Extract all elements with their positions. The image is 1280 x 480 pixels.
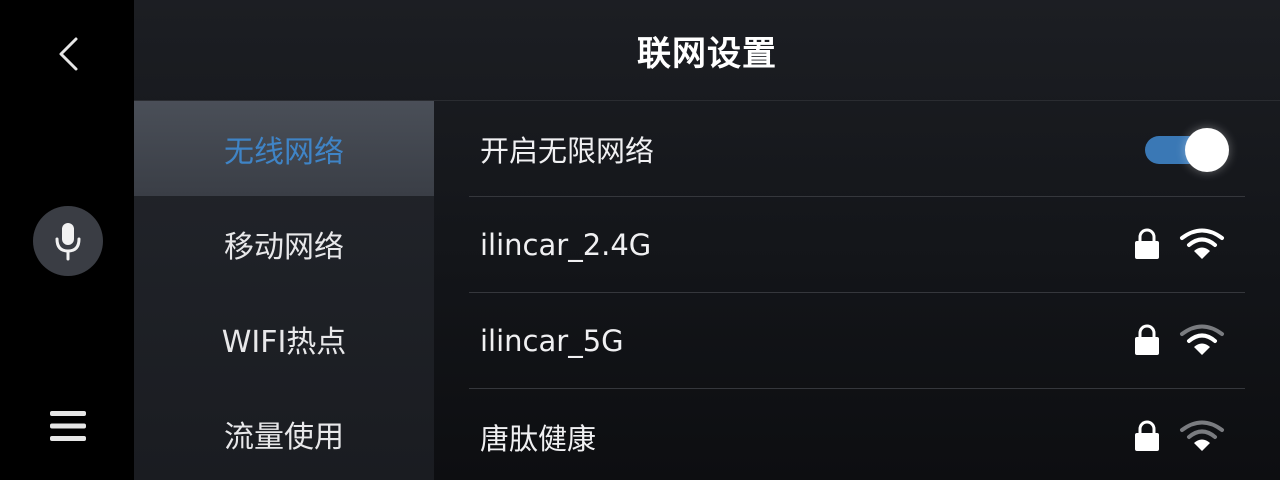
network-ssid: ilincar_5G xyxy=(480,323,624,358)
wifi-signal-icon xyxy=(1180,324,1224,355)
network-list: 开启无限网络 ilincar_2.4G ilincar_5G 唐肽健康 xyxy=(469,101,1245,480)
category-mobile[interactable]: 移动网络 xyxy=(134,196,434,291)
category-label: 无线网络 xyxy=(224,134,344,170)
page-title: 联网设置 xyxy=(637,33,777,74)
settings-screen: 联网设置 无线网络 移动网络 WIFI热点 流量使用 开启无限网络 ilinca… xyxy=(0,0,1280,480)
network-row[interactable]: 唐肽健康 xyxy=(469,389,1245,480)
category-label: 移动网络 xyxy=(224,229,344,265)
chevron-left-icon xyxy=(59,37,78,71)
category-data-usage[interactable]: 流量使用 xyxy=(134,386,434,480)
category-label: WIFI热点 xyxy=(221,324,347,360)
network-row[interactable]: ilincar_5G xyxy=(469,293,1245,389)
wifi-toggle-row: 开启无限网络 xyxy=(469,101,1245,197)
category-label: 流量使用 xyxy=(224,419,344,455)
lock-icon xyxy=(1135,420,1159,451)
main-panel: 联网设置 无线网络 移动网络 WIFI热点 流量使用 开启无限网络 ilinca… xyxy=(134,0,1280,480)
network-row[interactable]: ilincar_2.4G xyxy=(469,197,1245,293)
header: 联网设置 xyxy=(134,0,1280,101)
category-list: 无线网络 移动网络 WIFI热点 流量使用 xyxy=(134,101,434,480)
category-hotspot[interactable]: WIFI热点 xyxy=(134,291,434,386)
back-button[interactable] xyxy=(44,30,92,78)
category-wireless[interactable]: 无线网络 xyxy=(134,101,434,196)
lock-icon xyxy=(1135,324,1159,355)
voice-button[interactable] xyxy=(33,206,103,276)
wifi-toggle-switch[interactable] xyxy=(1145,128,1231,172)
network-ssid: ilincar_2.4G xyxy=(480,227,652,262)
network-ssid: 唐肽健康 xyxy=(480,421,597,456)
lock-icon xyxy=(1135,228,1159,259)
hamburger-menu-icon xyxy=(50,411,86,441)
wifi-toggle-label: 开启无限网络 xyxy=(480,133,655,168)
menu-button[interactable] xyxy=(46,404,90,448)
left-rail xyxy=(0,0,134,480)
microphone-icon xyxy=(55,223,81,261)
wifi-signal-icon xyxy=(1180,420,1224,451)
wifi-signal-icon xyxy=(1180,228,1224,259)
toggle-knob xyxy=(1185,128,1229,172)
